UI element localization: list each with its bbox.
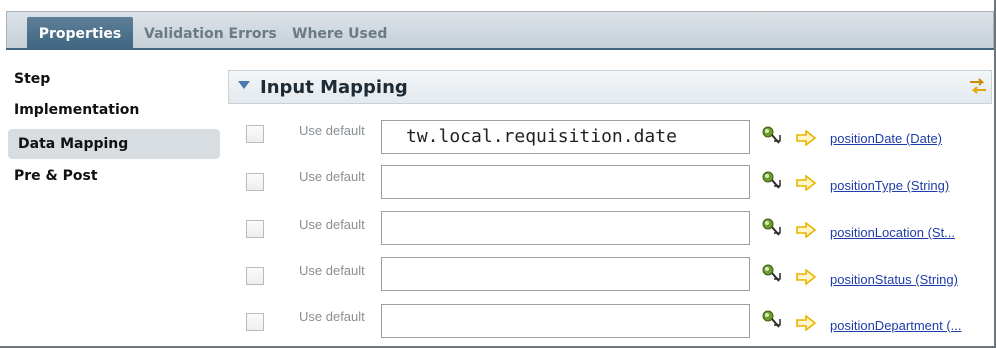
right-arrow-icon	[796, 175, 816, 191]
use-default-checkbox[interactable]	[246, 125, 264, 143]
target-variable-link[interactable]: positionDepartment (...	[830, 317, 962, 335]
use-default-label: Use default	[299, 123, 365, 138]
mapping-input[interactable]	[381, 304, 750, 338]
use-default-checkbox[interactable]	[246, 220, 264, 238]
nav-item-step[interactable]: Step	[14, 64, 50, 94]
chevron-down-icon[interactable]	[238, 81, 250, 89]
nav-item-data-mapping[interactable]: Data Mapping	[8, 129, 220, 159]
variable-picker-icon[interactable]	[760, 124, 782, 146]
target-variable-link[interactable]: positionType (String)	[830, 177, 949, 195]
use-default-checkbox[interactable]	[246, 173, 264, 191]
use-default-label: Use default	[299, 169, 365, 184]
use-default-checkbox[interactable]	[246, 267, 264, 285]
tab-validation-errors[interactable]: Validation Errors	[144, 21, 277, 47]
mapping-input[interactable]	[381, 211, 750, 245]
mapping-input[interactable]: tw.local.requisition.date	[381, 120, 750, 154]
tab-where-used[interactable]: Where Used	[292, 21, 387, 47]
nav-item-pre-post[interactable]: Pre & Post	[14, 161, 98, 191]
target-variable-link[interactable]: positionDate (Date)	[830, 130, 942, 148]
properties-panel: Properties Validation Errors Where Used …	[0, 0, 996, 348]
right-arrow-icon	[796, 269, 816, 285]
mapping-input[interactable]	[381, 165, 750, 199]
right-arrow-icon	[796, 315, 816, 331]
mapping-input[interactable]	[381, 257, 750, 291]
target-variable-link[interactable]: positionLocation (St...	[830, 224, 955, 242]
use-default-label: Use default	[299, 217, 365, 232]
tab-bar: Properties Validation Errors Where Used	[0, 0, 994, 50]
variable-picker-icon[interactable]	[760, 216, 782, 238]
section-title: Input Mapping	[260, 77, 408, 98]
target-variable-link[interactable]: positionStatus (String)	[830, 271, 958, 289]
right-arrow-icon	[796, 130, 816, 146]
right-arrow-icon	[796, 222, 816, 238]
variable-picker-icon[interactable]	[760, 308, 782, 330]
sync-arrows-icon[interactable]	[966, 74, 990, 98]
use-default-label: Use default	[299, 309, 365, 324]
use-default-checkbox[interactable]	[246, 313, 264, 331]
tab-properties[interactable]: Properties	[27, 17, 133, 49]
variable-picker-icon[interactable]	[760, 169, 782, 191]
use-default-label: Use default	[299, 263, 365, 278]
variable-picker-icon[interactable]	[760, 262, 782, 284]
nav-item-implementation[interactable]: Implementation	[14, 95, 139, 125]
tab-underline	[6, 48, 994, 50]
